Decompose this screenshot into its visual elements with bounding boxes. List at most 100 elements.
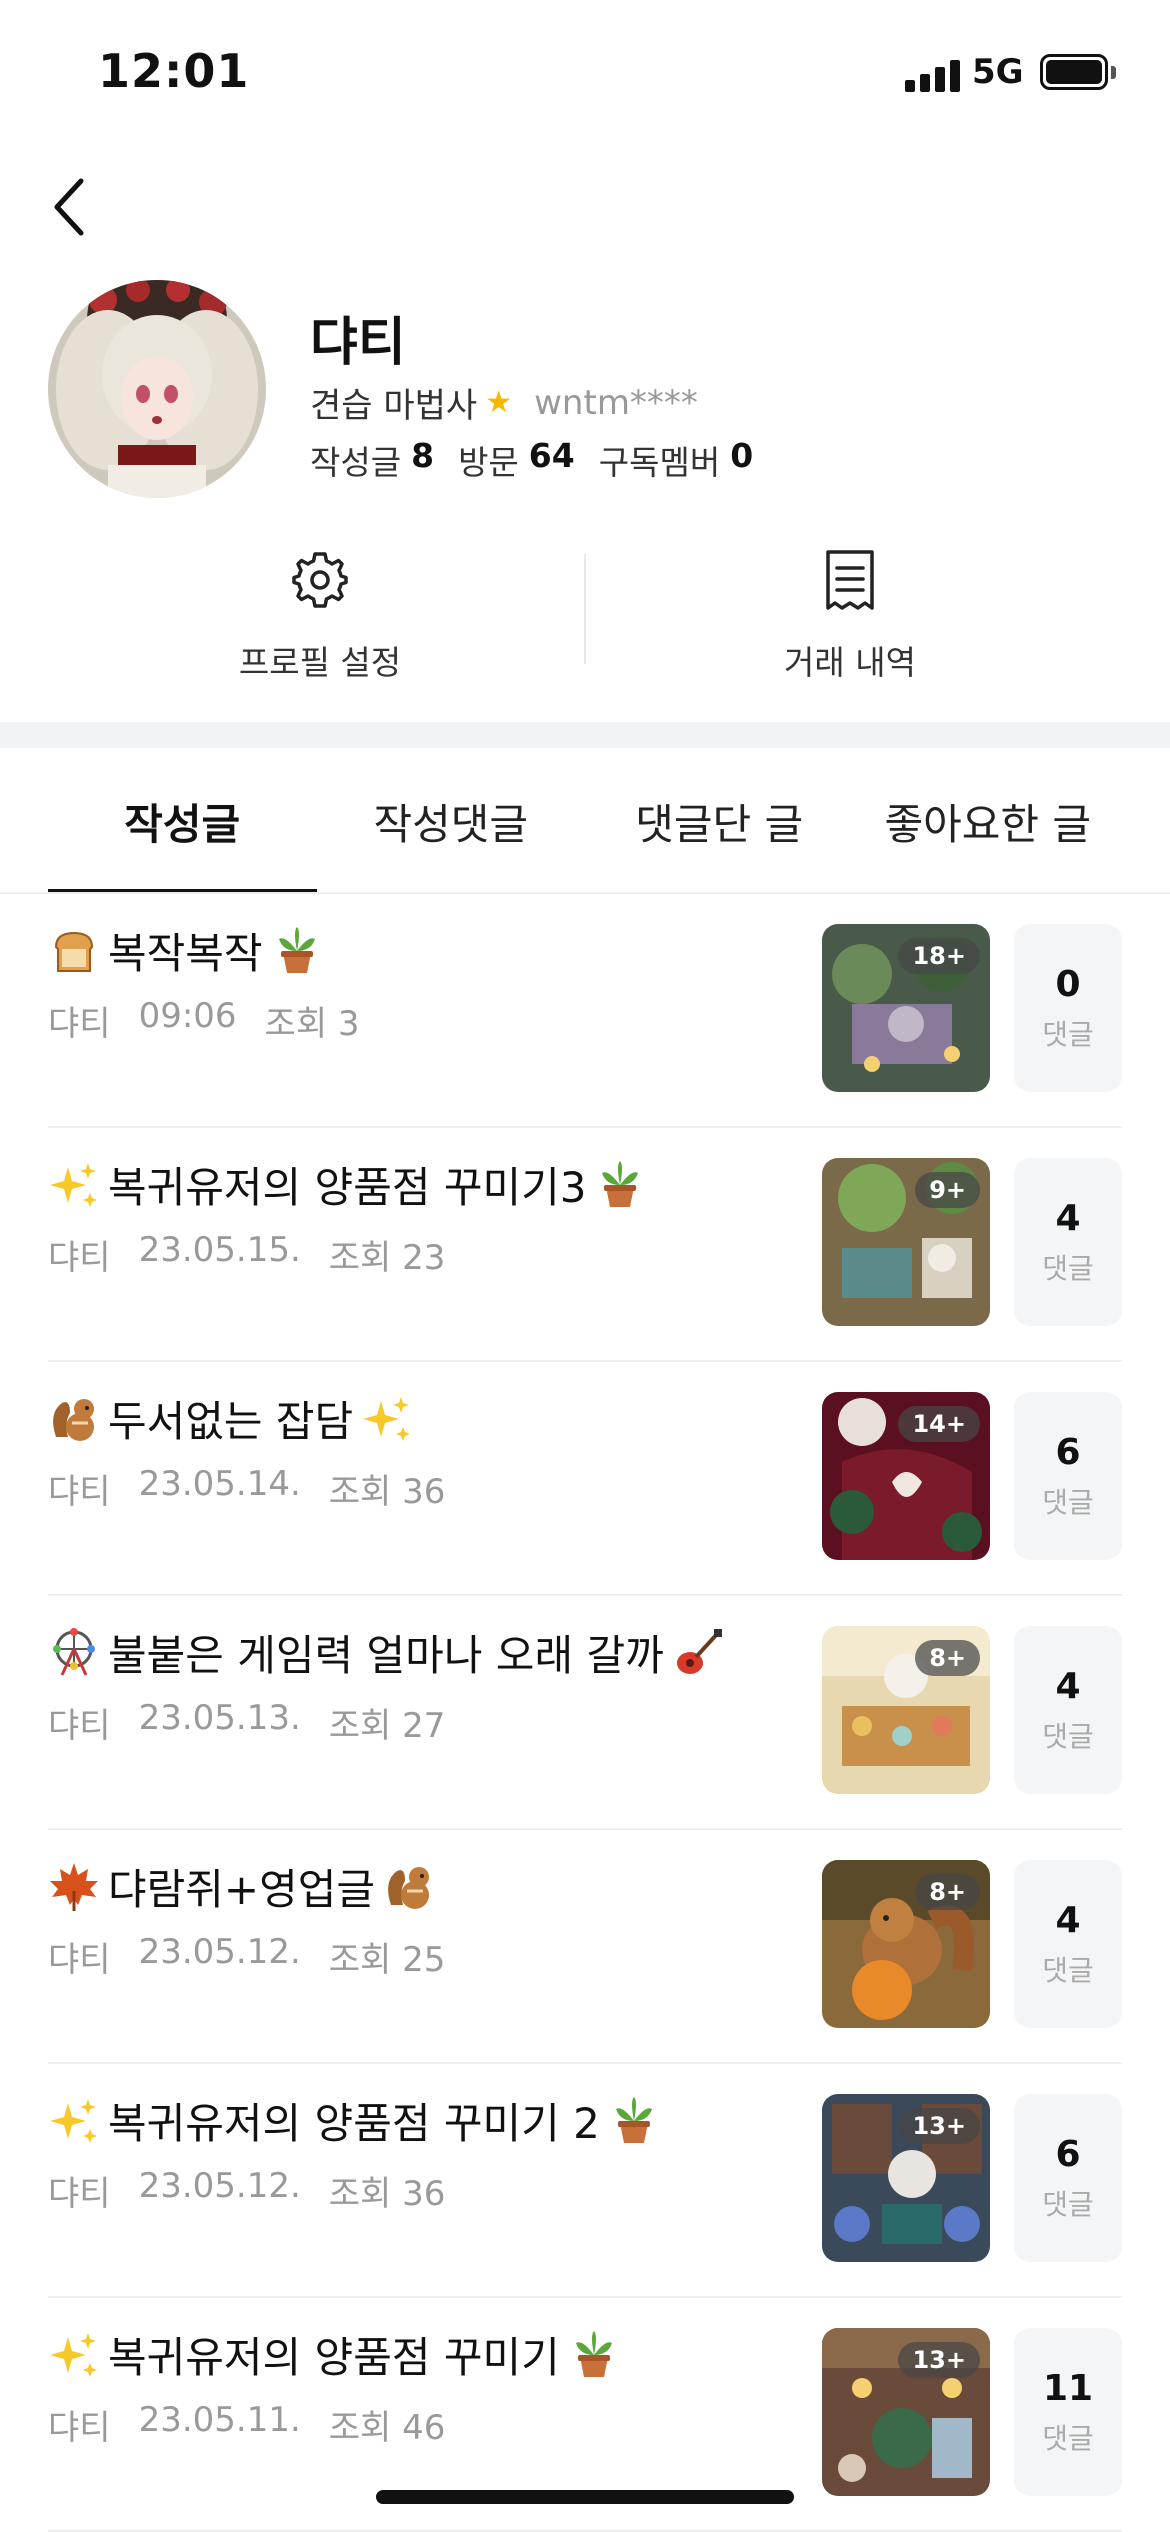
post-title: 두서없는 잡담 <box>108 1397 354 1446</box>
bread-icon <box>54 931 94 972</box>
image-count-badge: 8+ <box>915 1640 980 1676</box>
comment-count-box[interactable]: 4 댓글 <box>1014 1626 1122 1794</box>
post-meta: 댜티 09:06 조회 3 <box>48 996 360 1045</box>
battery-cap <box>1111 66 1116 79</box>
comment-count: 11 <box>1042 2367 1094 2409</box>
chipmunk-icon <box>53 1398 94 1441</box>
list-item[interactable]: 댜람쥐+영업글 댜티 23.05.12. 조회 25 8+ 4 댓글 <box>48 1830 1122 2064</box>
comment-count-box[interactable]: 4 댓글 <box>1014 1860 1122 2028</box>
receipt-icon <box>826 550 874 610</box>
post-title: 복귀유저의 양품점 꾸미기3 <box>108 1163 587 1212</box>
tab-my-posts[interactable]: 작성글 <box>48 748 317 894</box>
tab-commented-posts[interactable]: 댓글단 글 <box>585 748 854 894</box>
comment-count-box[interactable]: 6 댓글 <box>1014 1392 1122 1560</box>
members-count: 0 <box>730 436 754 475</box>
list-item[interactable]: 복작복작 댜티 09:06 조회 3 18+ 0 댓글 <box>48 894 1122 1128</box>
post-views: 조회 27 <box>328 1706 446 1746</box>
list-item[interactable]: 복귀유저의 양품점 꾸미기3 댜티 23.05.15. 조회 23 9+ 4 댓… <box>48 1128 1122 1362</box>
post-title: 복작복작 <box>108 929 263 978</box>
comment-label: 댓글 <box>1042 1251 1094 1285</box>
post-author: 댜티 <box>48 1940 111 1980</box>
post-title-row: 두서없는 잡담 <box>48 1388 413 1449</box>
post-date: 23.05.15. <box>138 1230 301 1270</box>
post-list: 복작복작 댜티 09:06 조회 3 18+ 0 댓글 복귀유저의 양품점 꾸미… <box>48 894 1122 2532</box>
battery-icon <box>1040 54 1108 90</box>
status-time: 12:01 <box>98 44 250 98</box>
post-title: 복귀유저의 양품점 꾸미기 2 <box>108 2099 600 2148</box>
home-indicator[interactable] <box>376 2490 794 2504</box>
potted-plant-icon <box>278 926 315 973</box>
potted-plant-icon <box>615 2096 652 2143</box>
section-divider <box>0 722 1170 748</box>
list-item[interactable]: 복귀유저의 양품점 꾸미기 2 댜티 23.05.12. 조회 36 13+ 6… <box>48 2064 1122 2298</box>
post-views: 조회 46 <box>328 2408 446 2448</box>
comment-count: 4 <box>1055 1197 1081 1239</box>
post-thumbnail[interactable]: 8+ <box>822 1860 990 2028</box>
profile-level-row: 견습 마법사 ★ wntm**** <box>310 378 698 427</box>
post-meta: 댜티 23.05.14. 조회 36 <box>48 1464 445 1513</box>
comment-count: 0 <box>1055 963 1081 1005</box>
comment-count-box[interactable]: 11 댓글 <box>1014 2328 1122 2496</box>
tab-liked-posts[interactable]: 좋아요한 글 <box>854 748 1123 894</box>
list-item[interactable]: 두서없는 잡담 댜티 23.05.14. 조회 36 14+ 6 댓글 <box>48 1362 1122 1596</box>
post-title: 불붙은 게임력 얼마나 오래 갈까 <box>108 1631 664 1680</box>
post-title-row: 복작복작 <box>48 920 323 981</box>
tab-bar: 작성글 작성댓글 댓글단 글 좋아요한 글 <box>48 748 1122 894</box>
post-author: 댜티 <box>48 2408 111 2448</box>
potted-plant-icon <box>575 2330 612 2377</box>
post-thumbnail[interactable]: 18+ <box>822 924 990 1092</box>
guitar-icon <box>676 1628 722 1674</box>
post-meta: 댜티 23.05.13. 조회 27 <box>48 1698 445 1747</box>
post-thumbnail[interactable]: 9+ <box>822 1158 990 1326</box>
comment-count-box[interactable]: 4 댓글 <box>1014 1158 1122 1326</box>
visits-count: 64 <box>528 436 575 475</box>
sparkles-icon <box>50 1162 97 1207</box>
comment-count: 6 <box>1055 1431 1081 1473</box>
post-views: 조회 23 <box>328 1238 446 1278</box>
post-date: 23.05.11. <box>138 2400 301 2440</box>
post-author: 댜티 <box>48 1706 111 1746</box>
status-bar: 12:01 5G <box>0 0 1170 150</box>
sparkles-icon <box>50 2098 97 2143</box>
star-icon: ★ <box>485 385 513 420</box>
list-item[interactable]: 불붙은 게임력 얼마나 오래 갈까 댜티 23.05.13. 조회 27 8+ … <box>48 1596 1122 1830</box>
comment-label: 댓글 <box>1042 2187 1094 2221</box>
members-label: 구독멤버 <box>598 443 721 482</box>
back-button[interactable] <box>44 172 94 242</box>
post-title-row: 복귀유저의 양품점 꾸미기3 <box>48 1154 646 1215</box>
post-thumbnail[interactable]: 13+ <box>822 2328 990 2496</box>
post-views: 조회 25 <box>328 1940 446 1980</box>
post-views: 조회 36 <box>328 1472 446 1512</box>
comment-count-box[interactable]: 0 댓글 <box>1014 924 1122 1092</box>
post-thumbnail[interactable]: 14+ <box>822 1392 990 1560</box>
post-thumbnail[interactable]: 13+ <box>822 2094 990 2262</box>
profile-settings-button[interactable]: 프로필 설정 <box>170 548 470 688</box>
post-title-row: 댜람쥐+영업글 <box>48 1856 435 1917</box>
profile-user-id: wntm**** <box>534 382 698 423</box>
image-count-badge: 14+ <box>898 1406 980 1442</box>
comment-count: 6 <box>1055 2133 1081 2175</box>
profile-stats: 작성글 8 방문 64 구독멤버 0 <box>310 436 767 484</box>
post-title-row: 불붙은 게임력 얼마나 오래 갈까 <box>48 1622 724 1683</box>
posts-label: 작성글 <box>310 443 402 482</box>
post-views: 조회 3 <box>264 1004 360 1044</box>
comment-count-box[interactable]: 6 댓글 <box>1014 2094 1122 2262</box>
post-thumbnail[interactable]: 8+ <box>822 1626 990 1794</box>
profile-settings-label: 프로필 설정 <box>238 643 402 682</box>
avatar[interactable] <box>48 280 266 498</box>
post-meta: 댜티 23.05.12. 조회 25 <box>48 1932 445 1981</box>
comment-label: 댓글 <box>1042 1017 1094 1051</box>
post-date: 23.05.12. <box>138 2166 301 2206</box>
post-date: 23.05.12. <box>138 1932 301 1972</box>
post-author: 댜티 <box>48 1004 111 1044</box>
gear-icon <box>292 552 348 608</box>
image-count-badge: 8+ <box>915 1874 980 1910</box>
post-title-row: 복귀유저의 양품점 꾸미기 2 <box>48 2090 660 2151</box>
tab-my-comments[interactable]: 작성댓글 <box>317 748 586 894</box>
comment-label: 댓글 <box>1042 1719 1094 1753</box>
post-title-row: 복귀유저의 양품점 꾸미기 <box>48 2324 620 2385</box>
trade-history-button[interactable]: 거래 내역 <box>700 548 1000 688</box>
potted-plant-icon <box>602 1160 639 1207</box>
post-date: 09:06 <box>138 996 237 1036</box>
ferris-wheel-icon <box>53 1627 95 1676</box>
